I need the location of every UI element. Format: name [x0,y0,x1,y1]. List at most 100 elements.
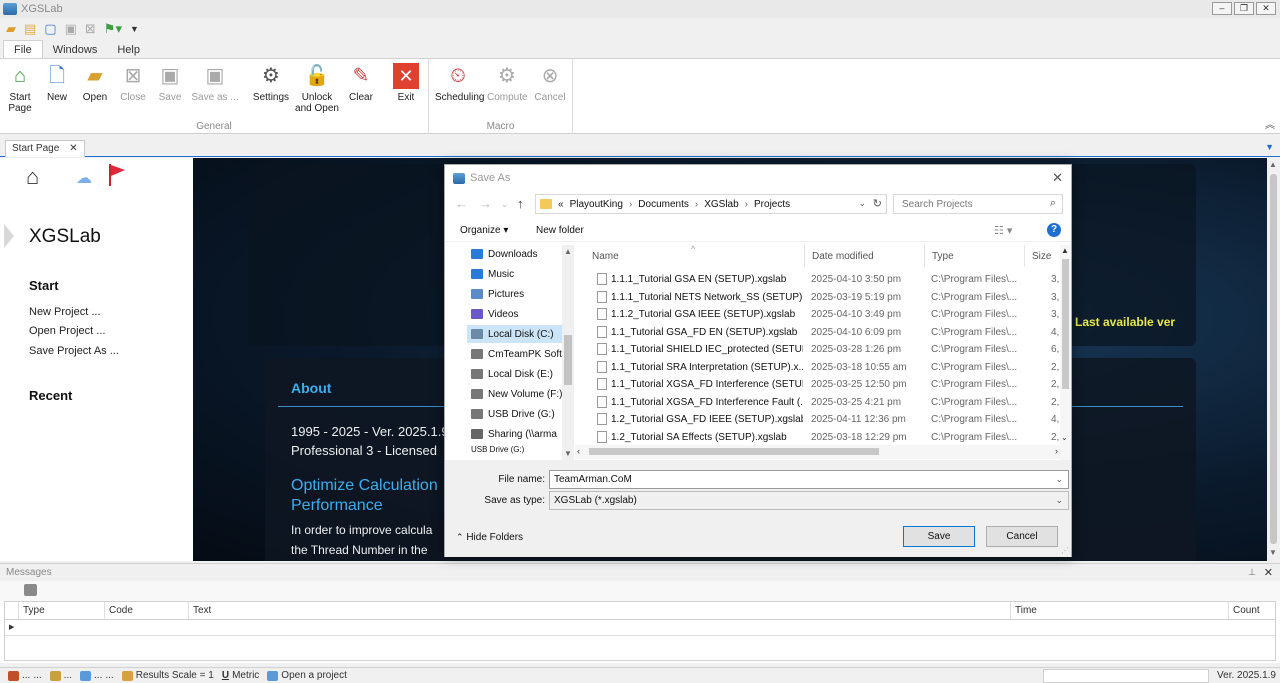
collapse-ribbon-icon[interactable]: ︽ [1265,116,1275,131]
dialog-cancel-button[interactable]: Cancel [986,526,1058,547]
scheduling-button[interactable]: ⏲ Scheduling [435,63,484,104]
restore-button[interactable]: ❐ [1234,2,1254,15]
nav-scrollbar[interactable]: ▲ ▼ [562,245,574,460]
pin-icon[interactable]: ⊥ [1248,567,1256,578]
back-icon[interactable]: ← [455,196,468,211]
tab-file[interactable]: File [3,40,43,59]
column-type[interactable]: Type [19,602,105,620]
page-scrollbar[interactable]: ▲ ▼ [1267,158,1280,561]
scroll-thumb[interactable] [1270,174,1277,544]
qat-save-icon[interactable]: ▣ [65,22,77,36]
column-type[interactable]: Type [925,245,1025,267]
nav-downloads[interactable]: Downloads [471,245,571,263]
address-bar[interactable]: « PlayoutKing › Documents › XGSlab › Pro… [535,194,887,214]
table-row[interactable]: 1.2_Tutorial SA Effects (SETUP).xgslab 2… [585,429,1061,446]
qat-new-icon[interactable]: ▢ [44,22,56,36]
file-list-hscrollbar[interactable]: ‹ › [575,445,1060,459]
table-row[interactable]: 1.1_Tutorial SRA Interpretation (SETUP).… [585,359,1061,376]
close-button[interactable]: ⊠ Close [118,63,148,104]
save-type-select[interactable]: XGSLab (*.xgslab) ⌄ [549,491,1069,510]
settings-button[interactable]: ⚙ Settings [252,63,290,104]
resize-grip-icon[interactable]: ⋰ [1061,546,1069,555]
hide-folders-button[interactable]: ⌃ Hide Folders [456,532,523,543]
search-input[interactable]: Search Projects ⌕ [893,194,1063,214]
table-row[interactable]: ▶ [5,620,1275,636]
tab-help[interactable]: Help [107,41,150,59]
nav-scroll-thumb[interactable] [564,335,572,385]
table-row[interactable]: 1.1.1_Tutorial NETS Network_SS (SETUP).x… [585,289,1061,306]
column-count[interactable]: Count [1229,602,1275,620]
breadcrumb-xgslab[interactable]: XGSlab [704,199,738,210]
column-text[interactable]: Text [189,602,1011,620]
save-project-as-link[interactable]: Save Project As ... [29,345,119,357]
file-scroll-up-icon[interactable]: ▲ [1061,246,1069,255]
qat-open-icon[interactable]: ▰ [6,22,16,36]
tab-windows[interactable]: Windows [43,41,108,59]
column-code[interactable]: Code [105,602,189,620]
new-button[interactable]: 🗋 New [44,63,70,104]
table-row[interactable]: 1.1.1_Tutorial GSA EN (SETUP).xgslab 202… [585,271,1061,288]
breadcrumb-projects[interactable]: Projects [754,199,790,210]
nav-cmteampk-soft[interactable]: CmTeamPK Soft [471,345,571,363]
nav-usb-drive-g[interactable]: USB Drive (G:) [471,405,571,423]
forward-icon[interactable]: → [479,196,492,211]
table-row[interactable]: 1.1_Tutorial XGSA_FD Interference Fault … [585,394,1061,411]
table-row[interactable]: 1.1_Tutorial XGSA_FD Interference (SETUP… [585,376,1061,393]
dialog-close-icon[interactable]: ✕ [1052,170,1063,186]
close-window-button[interactable]: ✕ [1256,2,1276,15]
open-project-link[interactable]: Open Project ... [29,325,105,337]
unlock-and-open-button[interactable]: 🔓 Unlock and Open [295,63,339,115]
table-row[interactable]: 1.1_Tutorial SHIELD IEC_protected (SETUP… [585,341,1061,358]
exit-button[interactable]: ✕ Exit [393,63,419,103]
dialog-save-button[interactable]: Save [903,526,975,547]
compute-button[interactable]: ⚙ Compute [487,63,528,104]
scroll-right-icon[interactable]: › [1055,446,1058,456]
help-icon[interactable]: ? [1047,223,1061,237]
nav-sharing[interactable]: Sharing (\\arma [471,425,571,443]
qat-flag-icon[interactable]: ⚑▾ [104,22,122,36]
flag-icon[interactable] [108,164,126,186]
home-icon[interactable]: ⌂ [26,164,39,190]
file-name-dropdown-icon[interactable]: ⌄ [1055,474,1063,485]
close-messages-icon[interactable]: ✕ [1264,566,1273,579]
table-row[interactable]: 1.1_Tutorial GSA_FD EN (SETUP).xgslab 20… [585,324,1061,341]
qat-folder-icon[interactable]: ▤ [24,22,36,36]
new-folder-button[interactable]: New folder [536,225,584,236]
table-row[interactable]: 1.2_Tutorial GSA_FD IEEE (SETUP).xgslab … [585,411,1061,428]
save-as-button[interactable]: ▣ Save as ... [190,63,240,104]
breadcrumb-documents[interactable]: Documents [638,199,689,210]
start-page-button[interactable]: ⌂ Start Page [5,63,35,115]
save-type-dropdown-icon[interactable]: ⌄ [1055,495,1063,506]
nav-local-disk-c[interactable]: Local Disk (C:) [467,325,567,343]
hscroll-thumb[interactable] [589,448,879,455]
scroll-left-icon[interactable]: ‹ [577,446,580,456]
nav-usb-drive-g-2[interactable]: USB Drive (G:) [471,445,571,455]
cancel-button[interactable]: ⊗ Cancel [533,63,567,104]
scroll-up-icon[interactable]: ▲ [1269,160,1277,169]
nav-local-disk-e[interactable]: Local Disk (E:) [471,365,571,383]
qat-close-icon[interactable]: ⊠ [85,22,96,36]
column-time[interactable]: Time [1011,602,1229,620]
column-name[interactable]: Name ^ [585,245,805,267]
tabs-dropdown-icon[interactable]: ▼ [1265,142,1274,152]
recent-locations-icon[interactable]: ⌄ [501,199,509,210]
close-tab-icon[interactable]: ✕ [69,143,77,155]
open-button[interactable]: ▰ Open [80,63,110,104]
new-project-link[interactable]: New Project ... [29,306,101,318]
nav-scroll-up-icon[interactable]: ▲ [564,247,572,256]
file-list-scrollbar[interactable]: ▲ ⌄ [1060,245,1071,460]
tab-start-page[interactable]: Start Page ✕ [5,140,85,157]
column-date-modified[interactable]: Date modified [805,245,925,267]
nav-music[interactable]: Music [471,265,571,283]
nav-videos[interactable]: Videos [471,305,571,323]
file-scroll-thumb[interactable] [1062,259,1069,389]
clear-button[interactable]: ✎ Clear [346,63,376,104]
organize-button[interactable]: Organize ▾ [460,225,508,236]
file-scroll-down-icon[interactable]: ⌄ [1061,433,1068,442]
file-name-input[interactable]: TeamArman.CoM ⌄ [549,470,1069,489]
save-button[interactable]: ▣ Save [155,63,185,104]
nav-pictures[interactable]: Pictures [471,285,571,303]
scroll-down-icon[interactable]: ▼ [1269,548,1277,557]
view-options-icon[interactable]: ☷ ▾ [994,224,1012,237]
breadcrumb-playoutking[interactable]: PlayoutKing [570,199,623,210]
